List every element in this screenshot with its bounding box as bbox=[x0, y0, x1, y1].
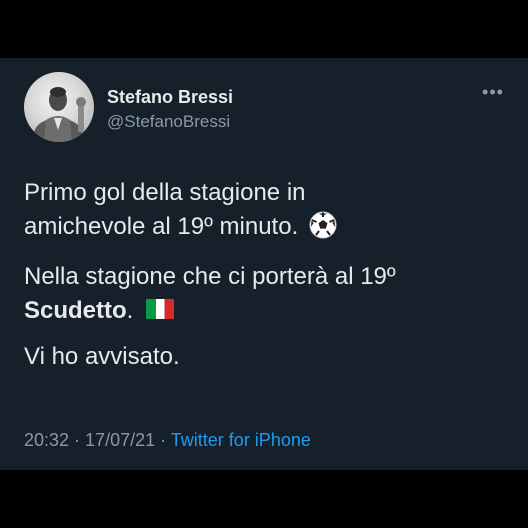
italy-flag-icon bbox=[146, 295, 175, 329]
tweet-source-link[interactable]: Twitter for iPhone bbox=[171, 430, 311, 450]
tweet-bold-word: Scudetto bbox=[24, 297, 127, 324]
tweet-line-5: Vi ho avvisato. bbox=[24, 343, 180, 370]
more-options-icon[interactable]: ••• bbox=[477, 80, 509, 104]
avatar[interactable] bbox=[24, 72, 94, 142]
user-handle[interactable]: @StefanoBressi bbox=[107, 112, 230, 132]
tweet-card: Stefano Bressi @StefanoBressi ••• Primo … bbox=[0, 58, 528, 470]
soccer-ball-icon bbox=[309, 211, 337, 249]
display-name[interactable]: Stefano Bressi bbox=[107, 87, 233, 108]
tweet-line-1: Primo gol della stagione in bbox=[24, 179, 306, 206]
meta-separator: · bbox=[69, 430, 86, 450]
tweet-paragraph-2: Nella stagione che ci porterà al 19º Scu… bbox=[24, 260, 504, 329]
tweet-text: Primo gol della stagione in amichevole a… bbox=[24, 176, 504, 385]
tweet-metadata: 20:32 · 17/07/21 · Twitter for iPhone bbox=[24, 430, 311, 451]
profile-photo-icon bbox=[34, 87, 86, 142]
tweet-time[interactable]: 20:32 bbox=[24, 430, 69, 450]
tweet-paragraph-1: Primo gol della stagione in amichevole a… bbox=[24, 176, 504, 249]
tweet-line-3: Nella stagione che ci porterà al 19º bbox=[24, 263, 396, 290]
tweet-paragraph-3: Vi ho avvisato. bbox=[24, 340, 504, 374]
meta-separator: · bbox=[155, 430, 171, 450]
tweet-date[interactable]: 17/07/21 bbox=[85, 430, 155, 450]
tweet-line-2: amichevole al 19º minuto. bbox=[24, 213, 299, 240]
tweet-line-4-punct: . bbox=[126, 297, 134, 324]
